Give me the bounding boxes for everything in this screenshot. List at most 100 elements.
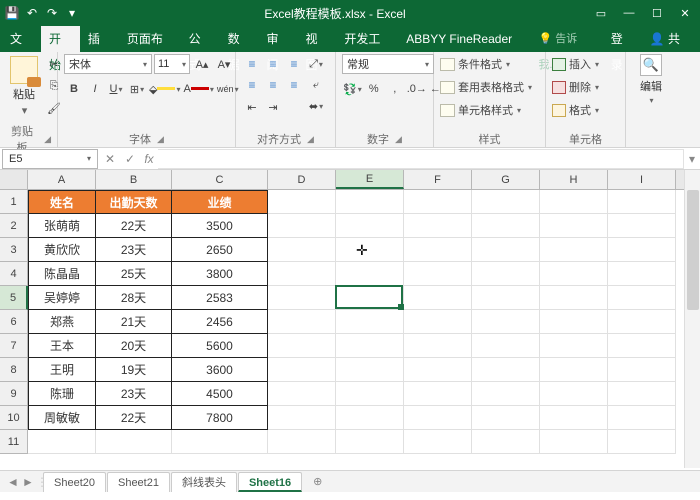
align-left-button[interactable]: ≡ [242,75,262,95]
format-cells-button[interactable]: 格式▾ [552,100,599,120]
cell[interactable] [268,262,336,286]
cell[interactable] [268,310,336,334]
decrease-indent-button[interactable]: ⇤ [242,97,262,117]
scrollbar-thumb[interactable] [687,190,699,310]
percent-button[interactable]: % [364,79,384,99]
align-center-button[interactable]: ≡ [263,75,283,95]
cell[interactable] [472,406,540,430]
cell[interactable] [540,286,608,310]
cell[interactable]: 20天 [96,334,172,358]
cell[interactable] [608,262,676,286]
paste-button[interactable]: 粘贴 ▾ [6,54,42,119]
cell[interactable] [472,238,540,262]
cell[interactable] [404,190,472,214]
cell[interactable] [608,286,676,310]
row-header[interactable]: 9 [0,382,28,406]
enter-formula-icon[interactable]: ✓ [120,152,140,166]
accounting-button[interactable]: 💱▾ [342,79,363,99]
cell[interactable]: 2456 [172,310,268,334]
cell[interactable]: 4500 [172,382,268,406]
cell[interactable]: 业绩 [172,190,268,214]
font-size-select[interactable]: 11▾ [154,54,190,74]
sheet-tab-active[interactable]: Sheet16 [238,472,302,492]
tab-insert[interactable]: 插入 [80,26,119,52]
tab-developer[interactable]: 开发工具 [336,26,398,52]
cell[interactable] [336,358,404,382]
font-name-select[interactable]: 宋体▾ [64,54,152,74]
cell[interactable]: 5600 [172,334,268,358]
row-header[interactable]: 5 [0,286,28,310]
close-icon[interactable]: ✕ [674,4,696,22]
cell[interactable] [404,358,472,382]
column-header[interactable]: H [540,170,608,189]
vertical-scrollbar[interactable] [684,170,700,468]
cell[interactable] [540,190,608,214]
cell[interactable]: 陈晶晶 [28,262,96,286]
cell[interactable]: 23天 [96,238,172,262]
grow-font-button[interactable]: A▴ [192,54,212,74]
cell[interactable]: 吴婷婷 [28,286,96,310]
cell[interactable]: 王本 [28,334,96,358]
column-header[interactable]: C [172,170,268,189]
share-button[interactable]: 👤 共享 [642,26,698,52]
cell[interactable] [608,406,676,430]
tell-me[interactable]: 💡 告诉我... [530,26,602,52]
add-sheet-button[interactable]: ⊕ [303,472,332,492]
tab-file[interactable]: 文件 [2,26,41,52]
fx-icon[interactable]: fx [140,152,158,166]
tab-nav-next[interactable]: ► [21,475,35,489]
table-format-button[interactable]: 套用表格格式▾ [440,77,532,97]
cell[interactable] [608,190,676,214]
cell[interactable] [336,286,404,310]
conditional-format-button[interactable]: 条件格式▾ [440,54,510,74]
cell[interactable] [608,358,676,382]
cell[interactable] [336,430,404,454]
cell[interactable]: 21天 [96,310,172,334]
cell[interactable] [404,214,472,238]
save-icon[interactable]: 💾 [4,5,20,21]
cell-styles-button[interactable]: 单元格样式▾ [440,100,521,120]
cell[interactable]: 2650 [172,238,268,262]
row-header[interactable]: 1 [0,190,28,214]
name-box[interactable]: E5▾ [2,149,98,169]
cell[interactable]: 25天 [96,262,172,286]
cell[interactable] [336,406,404,430]
cell[interactable]: 3800 [172,262,268,286]
column-header[interactable]: D [268,170,336,189]
cell[interactable] [472,286,540,310]
dialog-launcher-icon[interactable]: ◢ [157,134,164,145]
cell[interactable] [336,190,404,214]
cell[interactable] [96,430,172,454]
row-header[interactable]: 3 [0,238,28,262]
cell[interactable] [472,262,540,286]
cell[interactable] [608,334,676,358]
cell[interactable] [336,382,404,406]
cell[interactable]: 7800 [172,406,268,430]
dialog-launcher-icon[interactable]: ◢ [44,134,51,145]
column-header[interactable]: I [608,170,676,189]
row-header[interactable]: 7 [0,334,28,358]
row-header[interactable]: 11 [0,430,28,454]
cell[interactable] [540,262,608,286]
sheet-tab[interactable]: 斜线表头 [171,472,237,492]
tab-abbyy[interactable]: ABBYY FineReader 11 [398,26,530,52]
cell[interactable] [472,334,540,358]
cell[interactable] [404,334,472,358]
minimize-icon[interactable]: — [618,4,640,22]
formula-input[interactable] [158,149,684,169]
cell[interactable] [540,238,608,262]
row-header[interactable]: 10 [0,406,28,430]
cell[interactable] [472,358,540,382]
cell[interactable]: 王明 [28,358,96,382]
cell[interactable] [28,430,96,454]
row-header[interactable]: 8 [0,358,28,382]
cell[interactable] [404,310,472,334]
tab-nav-prev[interactable]: ◄ [6,475,20,489]
tab-home[interactable]: 开始 [41,26,80,52]
cell[interactable] [268,406,336,430]
cell[interactable]: 3500 [172,214,268,238]
cell[interactable] [472,310,540,334]
merge-button[interactable]: ⬌▾ [306,96,326,116]
italic-button[interactable]: I [85,79,105,99]
cell[interactable] [608,238,676,262]
